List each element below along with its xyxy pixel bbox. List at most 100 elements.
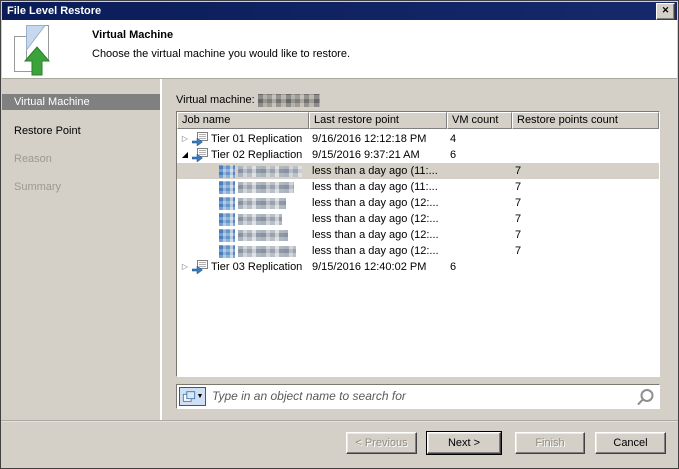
search-input[interactable] [212,387,631,405]
job-name-cell [177,227,309,243]
job-name: Tier 02 Repliaction [211,149,303,161]
column-header-last-restore-point[interactable]: Last restore point [309,112,447,129]
job-name-cell [177,195,309,211]
restore-document-icon [14,25,51,76]
job-name: Tier 01 Replication [211,133,303,145]
replication-job-icon [191,148,208,163]
tree-collapse-icon[interactable]: ◢ [180,147,190,163]
search-box[interactable]: ▼ [176,384,660,409]
job-name-cell: ◢ Tier 02 Repliaction [177,147,309,163]
table-row-job[interactable]: ▷ Tier 03 Replication 9/15/2016 12:40:02 P… [177,259,659,275]
step-title: Virtual Machine [92,29,174,41]
table-row-vm[interactable]: less than a day ago (11:... 7 [177,179,659,195]
step-subtitle: Choose the virtual machine you would lik… [92,48,351,60]
sidebar-item-reason: Reason [2,151,160,167]
job-name-cell: ▷ Tier 01 Replication [177,131,309,147]
sidebar-item-summary: Summary [2,179,160,195]
restore-points-count-cell [512,147,659,163]
column-header-job-name[interactable]: Job name [177,112,309,129]
table-row-vm[interactable]: less than a day ago (12:... 7 [177,243,659,259]
search-scope-dropdown[interactable]: ▼ [179,387,206,406]
restore-points-count-cell: 7 [515,165,522,177]
previous-button: < Previous [346,432,417,454]
virtual-machine-value-redacted [258,94,320,107]
job-name-cell: ▷ Tier 03 Replication [177,259,309,275]
vm-count-cell [447,211,512,227]
close-icon[interactable]: ✕ [656,3,675,20]
cancel-button[interactable]: Cancel [595,432,666,454]
last-restore-point-cell: less than a day ago (12:... [312,229,439,241]
object-scope-icon [182,391,195,402]
tree-rows: ▷ Tier 01 Replication 9/16/2016 12:12:18 P… [177,129,659,376]
sidebar-divider [160,79,162,420]
file-level-restore-dialog: File Level Restore ✕ Virtual Machine Cho… [0,0,679,469]
job-name-cell [177,211,309,227]
table-row-vm[interactable]: less than a day ago (11:... 7 [177,163,659,179]
column-header-vm-count[interactable]: VM count [447,112,512,129]
vm-count-cell [447,179,512,195]
vm-count-cell [447,243,512,259]
tree-expand-icon[interactable]: ▷ [180,259,190,275]
replication-job-icon [191,260,208,275]
sidebar-item-label: Restore Point [14,125,81,137]
job-name-cell [177,179,309,195]
restore-points-count-cell [512,131,659,147]
table-row-vm[interactable]: less than a day ago (12:... 7 [177,211,659,227]
vm-icon-redacted [219,244,235,258]
sidebar-item-restore-point[interactable]: Restore Point [2,123,160,139]
vm-name-redacted [238,181,294,193]
column-header-restore-points-count[interactable]: Restore points count [512,112,659,129]
vm-name-redacted [238,213,282,225]
vm-count-cell [447,163,512,179]
last-restore-point-cell: less than a day ago (12:... [312,197,439,209]
sidebar-item-label: Reason [14,153,52,165]
restore-points-count-cell: 7 [515,245,522,257]
vm-icon-redacted [219,228,235,242]
search-icon[interactable] [636,388,655,407]
job-name-cell [177,163,309,179]
sidebar-item-virtual-machine[interactable]: Virtual Machine [2,94,160,110]
table-row-job[interactable]: ▷ Tier 01 Replication 9/16/2016 12:12:18 P… [177,131,659,147]
vm-count-cell: 6 [450,149,457,161]
footer-separator [1,420,678,422]
job-name: Tier 03 Replication [211,261,303,273]
wizard-header: Virtual Machine Choose the virtual machi… [2,20,677,79]
vm-count-cell: 6 [450,261,457,273]
vm-name-redacted [238,197,286,209]
vm-icon-redacted [219,180,235,194]
job-name-cell [177,243,309,259]
next-button[interactable]: Next > [427,432,501,454]
last-restore-point-cell: 9/15/2016 9:37:21 AM [312,149,420,161]
last-restore-point-cell: less than a day ago (11:... [312,165,438,177]
restore-points-count-cell: 7 [515,229,522,241]
sidebar-item-label: Virtual Machine [14,96,90,108]
job-tree-listview[interactable]: Job name Last restore point VM count Res… [176,111,660,377]
sidebar-item-label: Summary [14,181,62,193]
restore-points-count-cell: 7 [515,213,522,225]
finish-button: Finish [515,432,585,454]
vm-icon-redacted [219,196,235,210]
titlebar[interactable]: File Level Restore [2,2,677,20]
vm-count-cell [447,227,512,243]
virtual-machine-label: Virtual machine: [176,94,255,106]
last-restore-point-cell: less than a day ago (11:... [312,181,438,193]
table-row-vm[interactable]: less than a day ago (12:... 7 [177,195,659,211]
restore-points-count-cell [512,259,659,275]
vm-name-redacted [238,245,296,257]
vm-name-redacted [238,165,302,177]
last-restore-point-cell: 9/15/2016 12:40:02 PM [312,261,427,273]
tree-expand-icon[interactable]: ▷ [180,131,190,147]
vm-icon-redacted [219,164,235,178]
vm-name-redacted [238,229,288,241]
vm-count-cell: 4 [450,133,457,145]
last-restore-point-cell: less than a day ago (12:... [312,213,439,225]
chevron-down-icon: ▼ [196,393,204,400]
restore-points-count-cell: 7 [515,181,522,193]
vm-count-cell [447,195,512,211]
table-row-vm[interactable]: less than a day ago (12:... 7 [177,227,659,243]
restore-points-count-cell: 7 [515,197,522,209]
table-row-job[interactable]: ◢ Tier 02 Repliaction 9/15/2016 9:37:21 AM… [177,147,659,163]
last-restore-point-cell: 9/16/2016 12:12:18 PM [312,133,427,145]
wizard-steps-sidebar: Virtual Machine Restore Point Reason Sum… [2,79,160,420]
vm-icon-redacted [219,212,235,226]
